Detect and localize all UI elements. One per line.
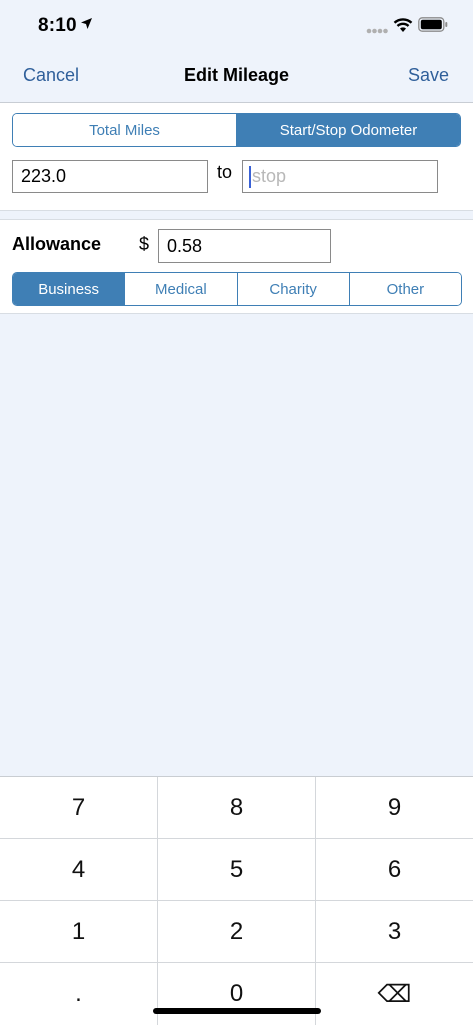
status-bar: 8:10 <box>0 0 473 50</box>
odometer-stop-input[interactable]: stop <box>242 160 438 193</box>
allowance-label: Allowance <box>12 234 102 254</box>
keypad-row: . 0 ⌫ <box>0 963 473 1025</box>
currency-symbol: $ <box>139 234 150 254</box>
key-8[interactable]: 8 <box>157 777 315 838</box>
tab-start-stop-odometer[interactable]: Start/Stop Odometer <box>236 114 460 146</box>
battery-icon <box>418 17 448 32</box>
tab-other[interactable]: Other <box>348 273 461 305</box>
keypad-row: 4 5 6 <box>0 839 473 901</box>
cellular-signal-icon <box>366 28 388 34</box>
status-time: 8:10 <box>38 15 77 36</box>
keypad-row: 1 2 3 <box>0 901 473 963</box>
key-1[interactable]: 1 <box>0 901 157 962</box>
numeric-keypad: 7 8 9 4 5 6 1 2 3 . 0 ⌫ <box>0 776 473 1025</box>
page-title: Edit Mileage <box>183 65 290 85</box>
wifi-icon <box>393 18 413 32</box>
tab-total-miles[interactable]: Total Miles <box>13 114 236 146</box>
allowance-rate-input[interactable]: 0.58 <box>158 229 331 263</box>
mode-segmented-control: Total Miles Start/Stop Odometer <box>12 113 461 147</box>
key-decimal[interactable]: . <box>0 963 157 1025</box>
location-arrow-icon <box>81 18 92 29</box>
tab-charity[interactable]: Charity <box>236 273 349 305</box>
text-cursor <box>249 165 251 188</box>
key-9[interactable]: 9 <box>315 777 473 838</box>
keypad-row: 7 8 9 <box>0 777 473 839</box>
backspace-icon[interactable]: ⌫ <box>315 963 473 1025</box>
tab-business[interactable]: Business <box>13 273 125 305</box>
key-6[interactable]: 6 <box>315 839 473 900</box>
navigation-bar: Cancel Edit Mileage Save <box>0 50 473 103</box>
home-indicator <box>153 1008 321 1014</box>
odometer-stop-placeholder: stop <box>252 166 287 186</box>
key-5[interactable]: 5 <box>157 839 315 900</box>
odometer-start-input[interactable]: 223.0 <box>12 160 208 193</box>
key-7[interactable]: 7 <box>0 777 157 838</box>
key-4[interactable]: 4 <box>0 839 157 900</box>
save-button[interactable]: Save <box>408 65 449 86</box>
category-segmented-control: Business Medical Charity Other <box>12 272 462 306</box>
key-0[interactable]: 0 <box>157 963 315 1025</box>
key-3[interactable]: 3 <box>315 901 473 962</box>
to-label: to <box>217 162 233 182</box>
key-2[interactable]: 2 <box>157 901 315 962</box>
tab-medical[interactable]: Medical <box>124 273 237 305</box>
